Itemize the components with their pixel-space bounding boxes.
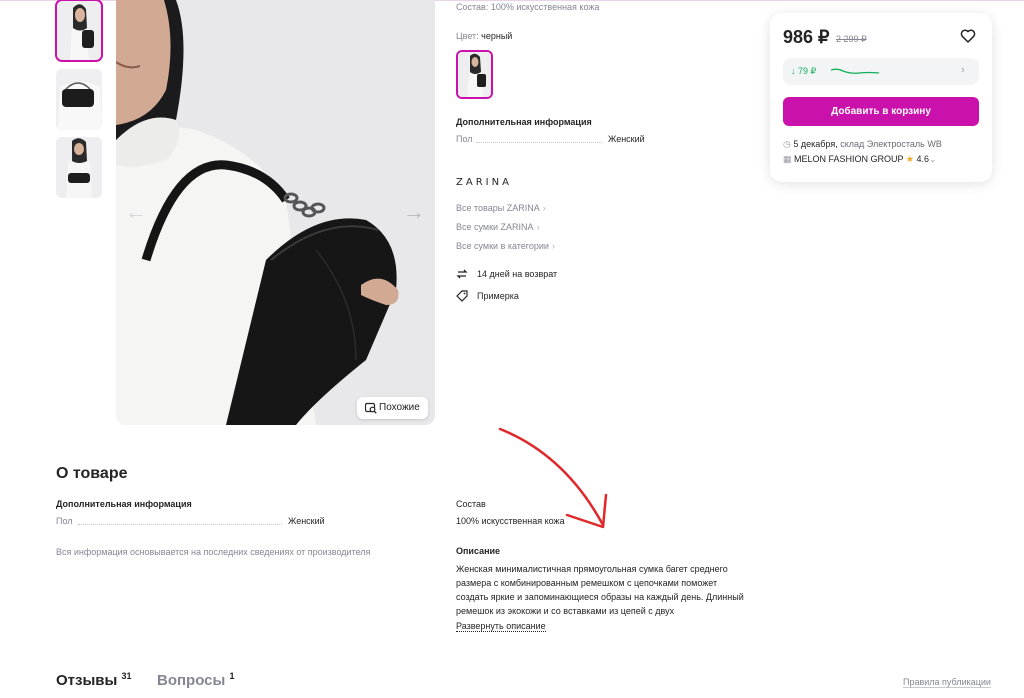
manufacturer-disclaimer: Вся информация основывается на последних… [56, 547, 371, 557]
delivery-date: 5 декабря, [793, 139, 838, 149]
color-swatch-black[interactable] [456, 50, 493, 99]
current-price: 986 ₽ [783, 27, 830, 47]
red-annotation-arrow [498, 427, 608, 529]
description-title: Описание [456, 546, 501, 556]
tab-questions[interactable]: Вопросы 1 [157, 671, 235, 689]
link-all-brand-bags[interactable]: Все сумки ZARINA › [456, 222, 540, 232]
price-card: 986 ₽ 2 299 ₽ ↓ 79 ₽ › Добавить в корзин… [770, 13, 992, 182]
heart-icon[interactable] [960, 28, 976, 44]
link-all-brand-bags-label: Все сумки ZARINA [456, 222, 534, 232]
similar-button-label: Похожие [379, 402, 420, 413]
price-sparkline [831, 68, 880, 74]
link-all-category-bags[interactable]: Все сумки в категории › [456, 241, 555, 251]
link-all-brand-items[interactable]: Все товары ZARINA › [456, 203, 546, 213]
star-icon: ★ [905, 154, 914, 164]
about-gender-dotted-leader [78, 524, 282, 525]
thumbnail-2[interactable] [56, 69, 102, 130]
seller-rating: 4.6 [916, 154, 930, 164]
gender-dotted-leader [476, 142, 602, 143]
chevron-right-icon: › [961, 64, 965, 76]
gender-value: Женский [608, 134, 645, 144]
publication-rules-link[interactable]: Правила публикации [903, 677, 991, 688]
tag-icon [456, 290, 468, 302]
about-extra-info-title: Дополнительная информация [56, 499, 192, 509]
thumbnail-1[interactable] [55, 0, 103, 62]
next-photo-arrow[interactable]: → [402, 200, 426, 224]
color-label: Цвет: [456, 31, 482, 41]
seller-name: MELON FASHION GROUP [794, 154, 904, 164]
fitting-option: Примерка [477, 291, 519, 301]
link-all-brand-items-label: Все товары ZARINA [456, 203, 540, 213]
color-value: черный [481, 31, 513, 41]
prev-photo-arrow[interactable]: ← [124, 200, 148, 224]
similar-button[interactable]: Похожие [357, 397, 428, 419]
chevron-down-icon: ⌄ [929, 154, 937, 164]
seller-info[interactable]: ▦ MELON FASHION GROUP ★ 4.6⌄ [783, 154, 937, 165]
description-text: Женская минималистичная прямоугольная су… [456, 564, 744, 616]
expand-description-link[interactable]: Развернуть описание [456, 621, 546, 632]
about-title: О товаре [56, 465, 128, 482]
chevron-right-icon: › [542, 203, 546, 213]
tab-questions-label: Вопросы [157, 672, 226, 689]
warehouse-name: склад Электросталь WB [840, 139, 942, 149]
chevron-right-icon: › [551, 241, 555, 251]
color-row: Цвет: черный [456, 31, 512, 41]
extra-info-title: Дополнительная информация [456, 117, 592, 127]
link-all-category-bags-label: Все сумки в категории [456, 241, 549, 251]
about-gender-value: Женский [288, 516, 325, 526]
shop-icon: ▦ [783, 154, 792, 164]
gender-label: Пол [456, 134, 473, 144]
price-history-widget[interactable]: ↓ 79 ₽ › [783, 58, 979, 85]
brand-name[interactable]: ZARINA [456, 177, 512, 188]
chevron-right-icon: › [536, 222, 540, 232]
composition-line: Состав: 100% искусственная кожа [456, 2, 600, 12]
thumbnail-3[interactable] [56, 137, 102, 198]
return-icon [456, 269, 468, 279]
old-price: 2 299 ₽ [836, 34, 867, 44]
add-to-cart-button[interactable]: Добавить в корзину [783, 97, 979, 126]
reviews-count: 31 [121, 671, 132, 681]
tab-reviews[interactable]: Отзывы 31 [56, 671, 132, 689]
tab-reviews-label: Отзывы [56, 672, 118, 689]
about-gender-label: Пол [56, 516, 73, 526]
image-search-icon [365, 402, 377, 414]
price-drop-value: ↓ 79 ₽ [791, 66, 817, 76]
clock-icon: ◷ [783, 139, 791, 149]
delivery-info: ◷ 5 декабря, склад Электросталь WB [783, 139, 942, 150]
composition-title: Состав [456, 499, 486, 509]
questions-count: 1 [229, 671, 235, 681]
return-policy: 14 дней на возврат [477, 269, 558, 279]
product-photo[interactable] [116, 0, 435, 425]
